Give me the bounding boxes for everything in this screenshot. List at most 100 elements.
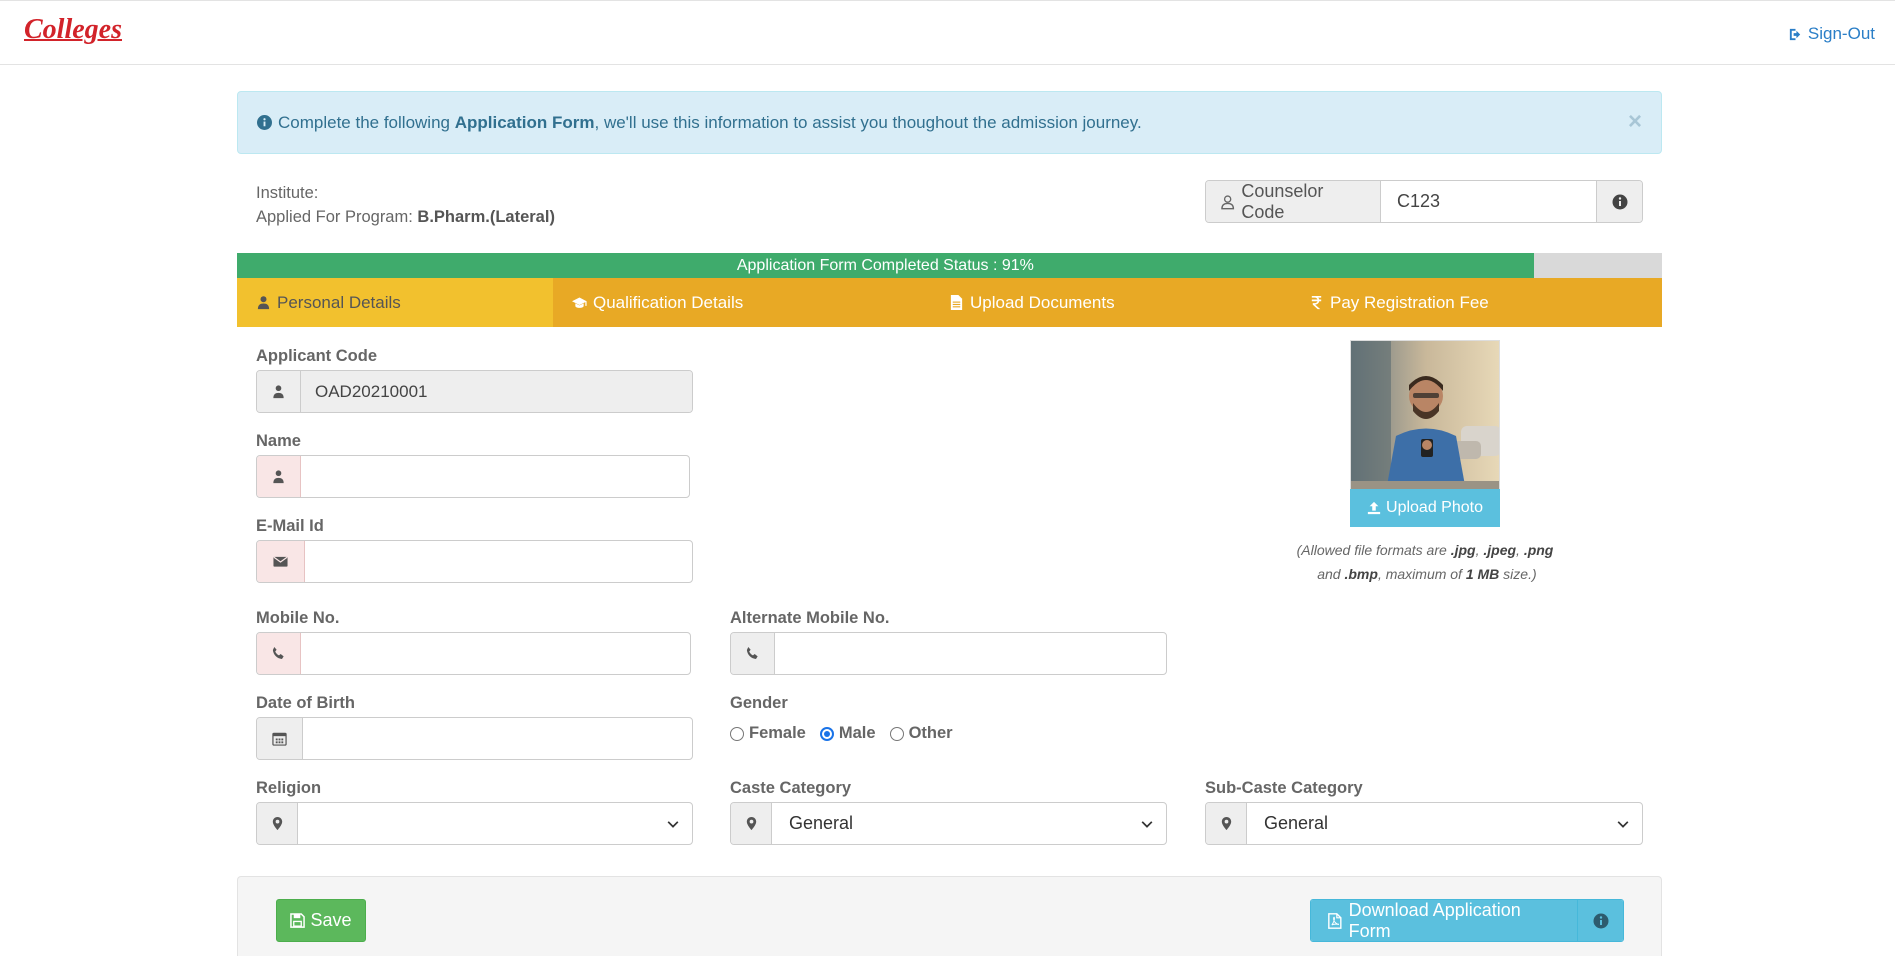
name-group — [256, 455, 690, 498]
upload-photo-button[interactable]: Upload Photo — [1350, 489, 1500, 527]
format-bmp: .bmp — [1344, 566, 1378, 582]
caste-select[interactable]: General — [772, 803, 1166, 844]
counselor-code-group: Counselor Code C123 — [1205, 180, 1643, 223]
gender-radio-group: Female Male Other — [730, 724, 953, 743]
tab-pay-registration-fee[interactable]: Pay Registration Fee — [1309, 278, 1489, 327]
sep: , — [1516, 542, 1524, 558]
pdf-file-icon — [1328, 912, 1342, 929]
subcaste-selected-value: General — [1264, 813, 1329, 833]
alert-text-after: , we'll use this information to assist y… — [594, 112, 1142, 132]
save-button[interactable]: Save — [276, 899, 366, 942]
envelope-icon — [273, 556, 288, 567]
caste-group: General — [730, 802, 1167, 845]
user-icon — [273, 385, 284, 399]
tab-qualification-details[interactable]: Qualification Details — [553, 278, 949, 327]
top-navbar: Colleges Sign-Out — [0, 0, 1895, 65]
alt-mobile-input[interactable] — [775, 633, 1166, 674]
format-jpeg: .jpeg — [1483, 542, 1517, 558]
calendar-icon — [272, 732, 287, 746]
photo-illustration — [1351, 341, 1499, 489]
caste-selected-value: General — [789, 813, 854, 833]
name-label: Name — [256, 432, 301, 450]
mobile-group — [256, 632, 691, 675]
alert-close-button[interactable]: × — [1628, 110, 1642, 134]
upload-photo-label: Upload Photo — [1386, 499, 1483, 516]
dob-input[interactable] — [303, 718, 692, 759]
progress-bar-fill: Application Form Completed Status : 91% — [237, 253, 1534, 278]
download-info-button[interactable] — [1578, 900, 1623, 941]
dob-addon — [257, 718, 303, 759]
radio-circle — [819, 726, 834, 741]
radio-circle — [889, 726, 904, 741]
name-input[interactable] — [301, 456, 689, 497]
phone-icon — [746, 646, 758, 659]
gender-other-label: Other — [908, 724, 953, 742]
gender-female-radio[interactable]: Female — [730, 724, 806, 743]
counselor-code-addon: Counselor Code — [1206, 181, 1381, 222]
mobile-addon — [257, 633, 301, 674]
applicant-code-field: OAD20210001 — [301, 371, 692, 412]
max-size: 1 MB — [1465, 566, 1500, 582]
form-footer: Save Download Application Form — [237, 876, 1662, 956]
chevron-down-icon — [1617, 820, 1629, 828]
sign-out-label: Sign-Out — [1807, 24, 1875, 43]
applicant-code-label: Applicant Code — [256, 347, 378, 365]
download-application-form-button[interactable]: Download Application Form — [1311, 900, 1578, 941]
radio-circle — [730, 726, 744, 741]
logo[interactable]: Colleges — [24, 14, 122, 46]
subcaste-select[interactable]: General — [1247, 803, 1642, 844]
allowed-prefix: (Allowed file formats are — [1296, 542, 1451, 558]
tab-personal-details[interactable]: Personal Details — [237, 278, 553, 327]
upload-icon — [1367, 501, 1381, 515]
sign-out-link[interactable]: Sign-Out — [1788, 24, 1875, 44]
institute-label: Institute: — [256, 184, 319, 202]
tab-upload-documents[interactable]: Upload Documents — [949, 278, 1309, 327]
email-group — [256, 540, 693, 583]
suffix-text: size.) — [1499, 566, 1537, 582]
program-label: Applied For Program: — [256, 208, 418, 226]
counselor-info-button[interactable] — [1596, 181, 1642, 222]
gender-other-radio[interactable]: Other — [889, 724, 953, 743]
email-input[interactable] — [305, 541, 692, 582]
info-alert: Complete the following Application Form,… — [237, 91, 1662, 154]
sign-out-icon — [1789, 28, 1801, 40]
download-label: Download Application Form — [1348, 899, 1521, 941]
rupee-icon — [1311, 295, 1322, 310]
format-jpg: .jpg — [1450, 542, 1476, 558]
mobile-input[interactable] — [301, 633, 690, 674]
chevron-down-icon — [667, 820, 679, 828]
map-marker-icon — [1221, 816, 1231, 831]
graduation-cap-icon — [572, 297, 587, 308]
applicant-photo — [1350, 340, 1500, 490]
email-addon — [257, 541, 305, 582]
tab-label: Pay Registration Fee — [1330, 292, 1489, 312]
alt-mobile-label: Alternate Mobile No. — [730, 609, 890, 627]
tab-label: Personal Details — [277, 292, 401, 312]
religion-addon — [257, 803, 298, 844]
main-container: Complete the following Application Form,… — [237, 91, 1662, 956]
institute-info: Institute: Applied For Program: B.Pharm.… — [256, 181, 555, 229]
counselor-code-input[interactable]: C123 — [1381, 181, 1596, 222]
tab-label: Qualification Details — [593, 292, 744, 312]
alt-mobile-group — [730, 632, 1167, 675]
user-outline-icon — [1221, 194, 1235, 209]
counselor-code-label: Counselor Code — [1241, 180, 1324, 222]
floppy-disk-icon — [290, 913, 306, 928]
form-tabs: Personal Details Qualification Details U… — [237, 278, 1662, 327]
tab-label: Upload Documents — [970, 292, 1115, 312]
applicant-code-addon — [257, 371, 301, 412]
religion-select[interactable] — [298, 803, 692, 844]
gender-male-label: Male — [838, 724, 876, 742]
gender-female-label: Female — [749, 724, 806, 742]
format-png: .png — [1523, 542, 1554, 558]
download-button-group: Download Application Form — [1310, 899, 1624, 942]
map-marker-icon — [272, 816, 282, 831]
name-addon — [257, 456, 301, 497]
subcaste-label: Sub-Caste Category — [1205, 779, 1363, 797]
user-icon — [273, 470, 284, 484]
caste-addon — [731, 803, 772, 844]
gender-male-radio[interactable]: Male — [819, 724, 876, 743]
map-marker-icon — [746, 816, 756, 831]
subcaste-group: General — [1205, 802, 1643, 845]
applicant-code-group: OAD20210001 — [256, 370, 693, 413]
